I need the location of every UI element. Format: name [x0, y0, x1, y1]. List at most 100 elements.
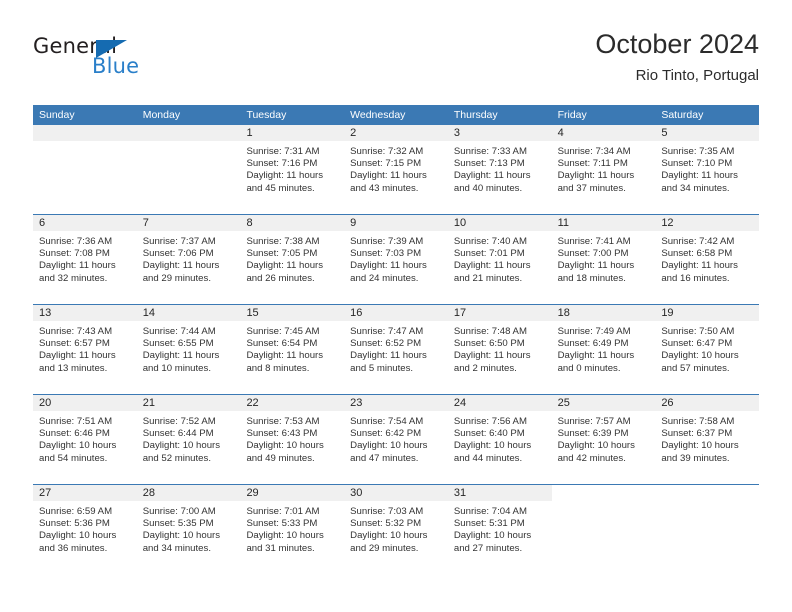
- day-info: Sunrise: 7:40 AM Sunset: 7:01 PM Dayligh…: [448, 231, 552, 285]
- day-cell[interactable]: 30 Sunrise: 7:03 AM Sunset: 5:32 PM Dayl…: [344, 485, 448, 574]
- daylight-text-line1: Daylight: 10 hours: [557, 440, 635, 452]
- day-cell[interactable]: 2 Sunrise: 7:32 AM Sunset: 7:15 PM Dayli…: [344, 125, 448, 214]
- day-cell[interactable]: 17 Sunrise: 7:48 AM Sunset: 6:50 PM Dayl…: [447, 305, 552, 394]
- day-cell[interactable]: 4 Sunrise: 7:34 AM Sunset: 7:11 PM Dayli…: [551, 125, 656, 214]
- day-cell[interactable]: 28 Sunrise: 7:00 AM Sunset: 5:35 PM Dayl…: [136, 485, 241, 574]
- daylight-text-line1: Daylight: 11 hours: [453, 260, 531, 272]
- daylight-text-line1: Daylight: 10 hours: [661, 350, 739, 362]
- day-number: 31: [447, 485, 552, 501]
- day-info: Sunrise: 7:35 AM Sunset: 7:10 PM Dayligh…: [655, 141, 759, 195]
- sunset-text: Sunset: 7:10 PM: [661, 158, 733, 170]
- daylight-text-line1: Daylight: 11 hours: [557, 260, 635, 272]
- day-cell[interactable]: 15 Sunrise: 7:45 AM Sunset: 6:54 PM Dayl…: [240, 305, 345, 394]
- sunrise-text: Sunrise: 7:33 AM: [453, 146, 527, 157]
- day-cell[interactable]: 3 Sunrise: 7:33 AM Sunset: 7:13 PM Dayli…: [447, 125, 552, 214]
- sunrise-text: Sunrise: 7:44 AM: [142, 326, 216, 337]
- day-number: 9: [344, 215, 448, 231]
- day-cell[interactable]: 20 Sunrise: 7:51 AM Sunset: 6:46 PM Dayl…: [33, 395, 137, 484]
- day-cell[interactable]: 10 Sunrise: 7:40 AM Sunset: 7:01 PM Dayl…: [447, 215, 552, 304]
- day-number: 8: [240, 215, 345, 231]
- sunrise-text: Sunrise: 7:34 AM: [557, 146, 631, 157]
- day-cell[interactable]: 24 Sunrise: 7:56 AM Sunset: 6:40 PM Dayl…: [447, 395, 552, 484]
- day-cell[interactable]: 8 Sunrise: 7:38 AM Sunset: 7:05 PM Dayli…: [240, 215, 345, 304]
- day-number: 15: [240, 305, 345, 321]
- sunset-text: Sunset: 7:16 PM: [246, 158, 318, 170]
- daylight-text-line2: and 49 minutes.: [246, 452, 315, 464]
- daylight-text-line1: Daylight: 11 hours: [557, 170, 635, 182]
- day-info: [137, 141, 241, 146]
- daylight-text-line1: Daylight: 10 hours: [350, 440, 428, 452]
- day-cell[interactable]: 19 Sunrise: 7:50 AM Sunset: 6:47 PM Dayl…: [655, 305, 760, 394]
- daylight-text-line1: Daylight: 10 hours: [350, 530, 428, 542]
- day-cell[interactable]: 27 Sunrise: 6:59 AM Sunset: 5:36 PM Dayl…: [33, 485, 137, 574]
- daylight-text-line1: Daylight: 10 hours: [661, 440, 739, 452]
- daylight-text-line2: and 5 minutes.: [350, 362, 414, 374]
- day-cell[interactable]: 23 Sunrise: 7:54 AM Sunset: 6:42 PM Dayl…: [344, 395, 448, 484]
- day-cell[interactable]: 29 Sunrise: 7:01 AM Sunset: 5:33 PM Dayl…: [240, 485, 345, 574]
- day-number: 4: [551, 125, 656, 141]
- sunset-text: Sunset: 7:13 PM: [453, 158, 525, 170]
- week-row: 27 Sunrise: 6:59 AM Sunset: 5:36 PM Dayl…: [33, 485, 760, 574]
- day-number: 5: [655, 125, 760, 141]
- page-header: General Blue October 2024 Rio Tinto, Por…: [33, 28, 759, 100]
- day-cell[interactable]: [551, 485, 656, 574]
- day-cell[interactable]: [655, 485, 760, 574]
- daylight-text-line1: Daylight: 10 hours: [453, 530, 532, 542]
- day-info: [655, 501, 759, 506]
- day-info: Sunrise: 7:41 AM Sunset: 7:00 PM Dayligh…: [552, 231, 656, 285]
- sunset-text: Sunset: 5:33 PM: [246, 518, 318, 530]
- day-cell[interactable]: 12 Sunrise: 7:42 AM Sunset: 6:58 PM Dayl…: [655, 215, 760, 304]
- day-cell[interactable]: 21 Sunrise: 7:52 AM Sunset: 6:44 PM Dayl…: [136, 395, 241, 484]
- sunrise-text: Sunrise: 7:56 AM: [453, 416, 527, 427]
- day-cell[interactable]: 1 Sunrise: 7:31 AM Sunset: 7:16 PM Dayli…: [240, 125, 345, 214]
- weekday-header-wednesday: Wednesday: [350, 109, 406, 121]
- daylight-text-line2: and 31 minutes.: [246, 542, 315, 554]
- daylight-text-line1: Daylight: 11 hours: [39, 260, 116, 272]
- daylight-text-line2: and 26 minutes.: [246, 272, 315, 284]
- day-cell[interactable]: 7 Sunrise: 7:37 AM Sunset: 7:06 PM Dayli…: [136, 215, 241, 304]
- day-cell[interactable]: [33, 125, 137, 214]
- day-info: Sunrise: 7:57 AM Sunset: 6:39 PM Dayligh…: [552, 411, 656, 465]
- sunrise-text: Sunrise: 7:04 AM: [453, 506, 527, 517]
- day-cell[interactable]: 13 Sunrise: 7:43 AM Sunset: 6:57 PM Dayl…: [33, 305, 137, 394]
- sunset-text: Sunset: 5:31 PM: [453, 518, 525, 530]
- page-subtitle: Rio Tinto, Portugal: [635, 67, 759, 84]
- weekday-header-row: Sunday Monday Tuesday Wednesday Thursday…: [33, 105, 759, 125]
- day-number: 3: [447, 125, 552, 141]
- day-cell[interactable]: 25 Sunrise: 7:57 AM Sunset: 6:39 PM Dayl…: [551, 395, 656, 484]
- daylight-text-line2: and 32 minutes.: [39, 272, 108, 284]
- day-info: Sunrise: 7:48 AM Sunset: 6:50 PM Dayligh…: [448, 321, 552, 375]
- day-cell[interactable]: 5 Sunrise: 7:35 AM Sunset: 7:10 PM Dayli…: [655, 125, 760, 214]
- daylight-text-line2: and 39 minutes.: [661, 452, 730, 464]
- sunrise-text: Sunrise: 7:36 AM: [39, 236, 113, 247]
- daylight-text-line2: and 29 minutes.: [350, 542, 419, 554]
- day-cell[interactable]: 22 Sunrise: 7:53 AM Sunset: 6:43 PM Dayl…: [240, 395, 345, 484]
- daylight-text-line1: Daylight: 10 hours: [39, 440, 117, 452]
- day-cell[interactable]: 31 Sunrise: 7:04 AM Sunset: 5:31 PM Dayl…: [447, 485, 552, 574]
- daylight-text-line2: and 10 minutes.: [142, 362, 211, 374]
- day-cell[interactable]: 26 Sunrise: 7:58 AM Sunset: 6:37 PM Dayl…: [655, 395, 760, 484]
- sunrise-text: Sunrise: 7:45 AM: [246, 326, 320, 337]
- day-cell[interactable]: 18 Sunrise: 7:49 AM Sunset: 6:49 PM Dayl…: [551, 305, 656, 394]
- day-info: Sunrise: 7:58 AM Sunset: 6:37 PM Dayligh…: [655, 411, 759, 465]
- day-cell[interactable]: 11 Sunrise: 7:41 AM Sunset: 7:00 PM Dayl…: [551, 215, 656, 304]
- day-number: 25: [551, 395, 656, 411]
- sunset-text: Sunset: 6:58 PM: [661, 248, 733, 260]
- week-row: 13 Sunrise: 7:43 AM Sunset: 6:57 PM Dayl…: [33, 305, 760, 395]
- daylight-text-line2: and 57 minutes.: [661, 362, 730, 374]
- day-cell[interactable]: 14 Sunrise: 7:44 AM Sunset: 6:55 PM Dayl…: [136, 305, 241, 394]
- day-cell[interactable]: 6 Sunrise: 7:36 AM Sunset: 7:08 PM Dayli…: [33, 215, 137, 304]
- sunset-text: Sunset: 6:46 PM: [39, 428, 110, 440]
- day-info: Sunrise: 7:56 AM Sunset: 6:40 PM Dayligh…: [448, 411, 552, 465]
- day-number: 23: [344, 395, 448, 411]
- day-info: Sunrise: 7:42 AM Sunset: 6:58 PM Dayligh…: [655, 231, 759, 285]
- day-number: 13: [33, 305, 137, 321]
- week-row: 6 Sunrise: 7:36 AM Sunset: 7:08 PM Dayli…: [33, 215, 760, 305]
- day-cell[interactable]: 9 Sunrise: 7:39 AM Sunset: 7:03 PM Dayli…: [344, 215, 448, 304]
- day-cell[interactable]: [136, 125, 241, 214]
- daylight-text-line2: and 47 minutes.: [350, 452, 419, 464]
- sunset-text: Sunset: 6:39 PM: [557, 428, 629, 440]
- logo-text-blue: Blue: [92, 54, 140, 78]
- day-cell[interactable]: 16 Sunrise: 7:47 AM Sunset: 6:52 PM Dayl…: [344, 305, 448, 394]
- daylight-text-line2: and 44 minutes.: [453, 452, 523, 464]
